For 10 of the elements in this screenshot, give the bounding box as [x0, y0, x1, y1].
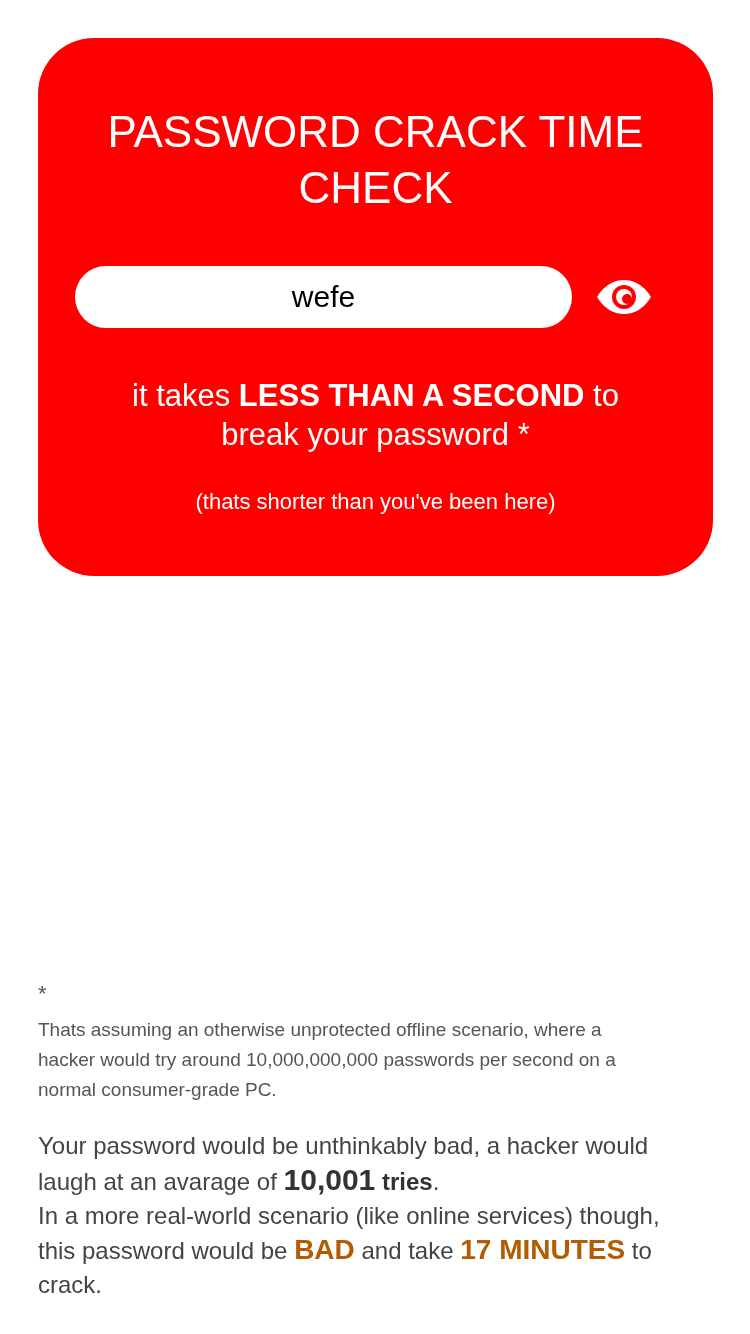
show-password-button[interactable]: [597, 280, 651, 314]
footnote-text: Thats assuming an otherwise unprotected offline scenario, where a hacker would try around 10,000,000,000 passwords per second on a normal consumer-grade PC.: [38, 1018, 617, 1102]
eye-icon: [597, 280, 651, 314]
password-field[interactable]: wefe: [75, 266, 572, 328]
crack-time-result: it takes LESS THAN A SECOND to break your password *: [131, 377, 620, 454]
footnote-mark: *: [38, 981, 48, 1007]
time-comparison-note: (thats shorter than you've been here): [194, 488, 557, 516]
page-title: PASSWORD CRACK TIME CHECK: [106, 106, 645, 214]
verdict-text: Your password would be unthinkably bad, a hacker would laugh at an avarage of 10,001 tries.: [38, 1131, 650, 1198]
verdict-text: In a more real-world scenario (like online services) though, this password would be BAD and take 17 MINUTES to crack.: [38, 1201, 661, 1300]
